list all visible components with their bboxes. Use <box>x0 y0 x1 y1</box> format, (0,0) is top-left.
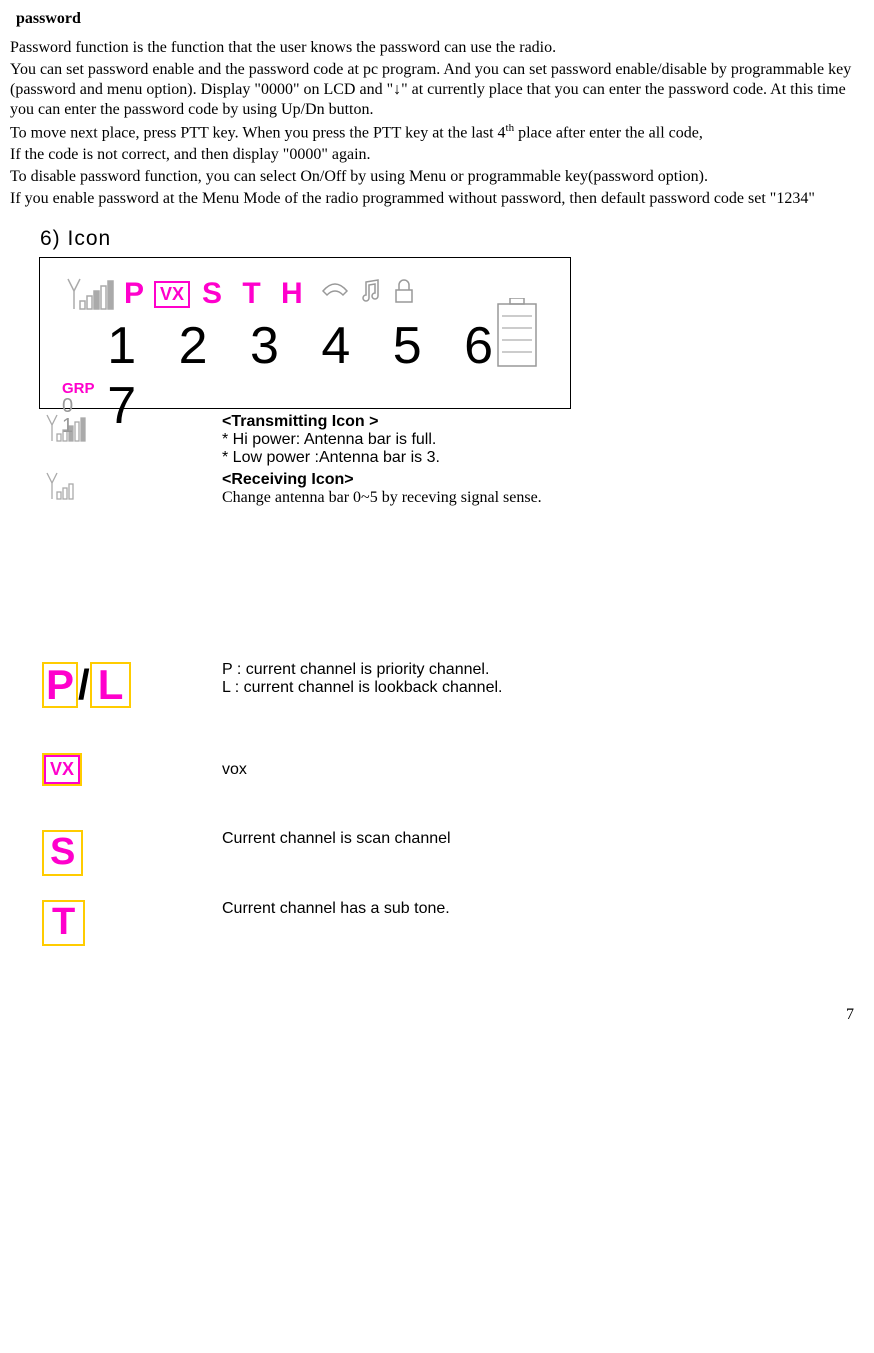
paragraph-part: To move next place, press PTT key. When … <box>10 124 506 141</box>
tx-lowpower: * Low power :Antenna bar is 3. <box>222 449 864 467</box>
p-letter-icon: P <box>42 662 78 708</box>
antenna-partial-icon <box>42 488 90 505</box>
phone-icon <box>317 279 353 310</box>
paragraph: Password function is the function that t… <box>10 38 864 58</box>
paragraph: To move next place, press PTT key. When … <box>10 122 864 143</box>
paragraph-part: place after enter the all code, <box>514 124 703 141</box>
receiving-desc: Change antenna bar 0~5 by receving signa… <box>222 489 864 507</box>
superscript: th <box>506 122 515 134</box>
paragraph: To disable password function, you can se… <box>10 167 864 187</box>
section-title: password <box>16 10 864 28</box>
s-icon: S <box>42 830 83 876</box>
paragraph: If the code is not correct, and then dis… <box>10 145 864 165</box>
lcd-diagram: P VX S T H GRP <box>39 257 571 409</box>
battery-icon <box>494 298 540 375</box>
pl-icon: P/L <box>42 661 131 708</box>
lock-icon <box>389 278 419 311</box>
icon-section-heading: 6) Icon <box>40 227 864 251</box>
vx-icon-small: VX <box>42 753 82 786</box>
slash: / <box>78 661 90 708</box>
t-icon: T <box>42 900 85 946</box>
vx-text: VX <box>50 759 74 779</box>
grp-text: GRP <box>62 381 99 396</box>
s-desc: Current channel is scan channel <box>222 830 864 848</box>
pl-desc-l: L : current channel is lookback channel. <box>222 679 864 697</box>
paragraph: If you enable password at the Menu Mode … <box>10 189 864 209</box>
p-icon: P <box>120 277 148 311</box>
t-desc: Current channel has a sub tone. <box>222 900 864 918</box>
sth-icons: S T H <box>196 277 315 311</box>
page-number: 7 <box>10 1006 854 1024</box>
grp-label: GRP 0 1 <box>62 381 99 436</box>
receiving-title: <Receiving Icon> <box>222 471 864 489</box>
paragraph: You can set password enable and the pass… <box>10 60 864 120</box>
antenna-icon <box>62 277 118 311</box>
music-icon <box>355 278 387 311</box>
l-letter-icon: L <box>90 662 132 708</box>
vx-icon: VX <box>154 281 190 308</box>
pl-desc-p: P : current channel is priority channel. <box>222 661 864 679</box>
vx-desc: vox <box>222 761 864 779</box>
lcd-digits: 1 2 3 4 5 6 7 <box>107 316 548 436</box>
grp-number: 0 1 <box>62 396 99 436</box>
